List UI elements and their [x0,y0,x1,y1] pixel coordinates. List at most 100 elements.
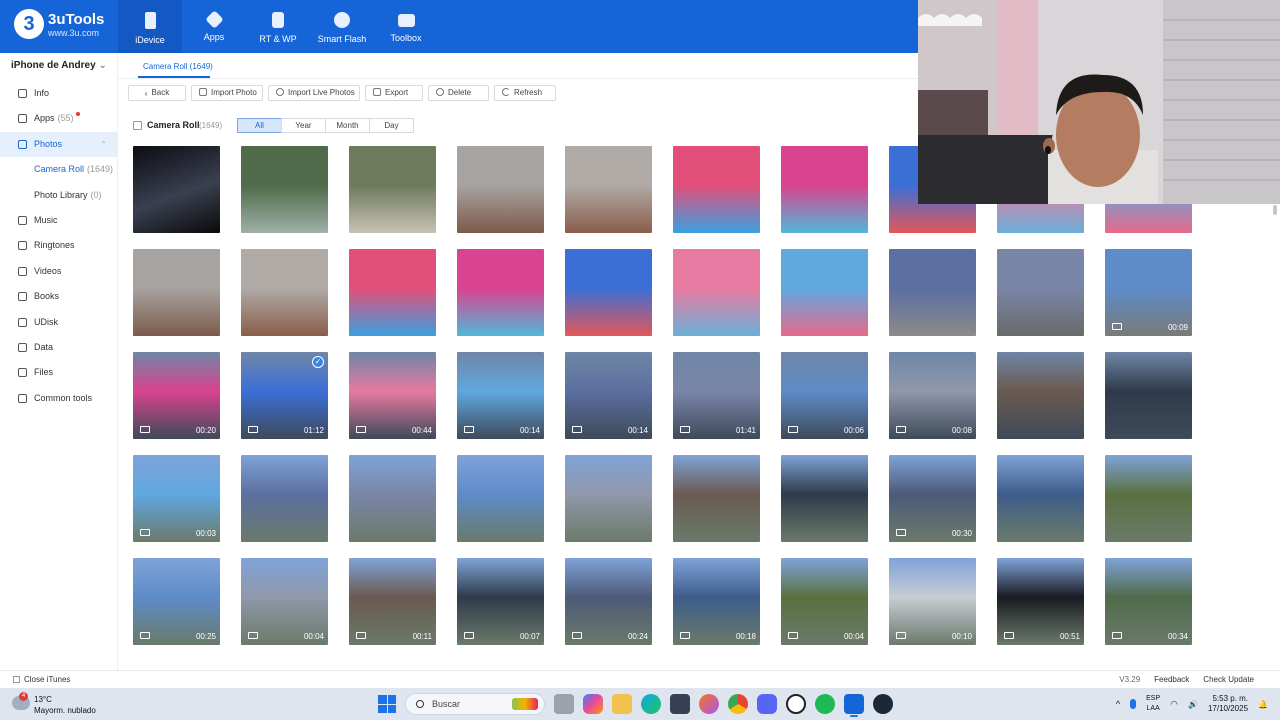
export-button[interactable]: Export [365,85,423,101]
photo-thumbnail[interactable] [997,249,1084,336]
nav-apps[interactable]: Apps [182,0,246,53]
photo-thumbnail[interactable]: 00:14 [565,352,652,439]
sidebar-item-photos[interactable]: Photos ⌃ [0,131,117,158]
photo-thumbnail[interactable]: 00:08 [889,352,976,439]
photo-thumbnail[interactable]: 00:07 [457,558,544,645]
import-photo-button[interactable]: Import Photo [191,85,263,101]
sidebar-item-ringtones[interactable]: Ringtones [0,233,117,258]
photo-thumbnail[interactable] [1105,352,1192,439]
select-all-checkbox[interactable] [133,121,142,130]
photo-thumbnail[interactable] [349,249,436,336]
windows-start-icon[interactable] [378,695,396,713]
sidebar-item-apps[interactable]: Apps (55) [0,106,117,131]
photo-thumbnail[interactable] [241,455,328,542]
sidebar-item-files[interactable]: Files [0,360,117,385]
volume-icon[interactable]: 🔊 [1188,700,1198,709]
photo-thumbnail[interactable] [889,249,976,336]
photo-thumbnail[interactable] [457,146,544,233]
photo-thumbnail[interactable] [1105,455,1192,542]
photo-thumbnail[interactable] [673,455,760,542]
sidebar-item-music[interactable]: Music [0,208,117,233]
photo-thumbnail[interactable]: 00:51 [997,558,1084,645]
photo-thumbnail[interactable]: 00:25 [133,558,220,645]
photo-thumbnail[interactable]: 00:06 [781,352,868,439]
photo-thumbnail[interactable] [457,249,544,336]
photo-thumbnail[interactable]: 00:03 [133,455,220,542]
close-itunes-checkbox[interactable] [13,676,20,683]
import-live-photos-button[interactable]: Import Live Photos [268,85,360,101]
photo-thumbnail[interactable]: 00:20 [133,352,220,439]
check-update-link[interactable]: Check Update [1203,675,1254,684]
clock[interactable]: 5:53 p. m. 17/10/2025 [1208,694,1248,714]
nav-smart-flash[interactable]: Smart Flash [310,0,374,53]
steam-icon[interactable] [873,694,893,714]
store-icon[interactable] [670,694,690,714]
nav-rt-wp[interactable]: RT & WP [246,0,310,53]
task-view-icon[interactable] [554,694,574,714]
filter-all[interactable]: All [237,118,282,133]
file-explorer-icon[interactable] [612,694,632,714]
photo-thumbnail[interactable] [781,146,868,233]
app-icon[interactable] [786,694,806,714]
delete-button[interactable]: Delete [428,85,489,101]
sidebar-item-data[interactable]: Data [0,335,117,360]
sidebar-item-udisk[interactable]: UDisk [0,310,117,335]
nav-toolbox[interactable]: Toolbox [374,0,438,53]
close-itunes-toggle[interactable]: Close iTunes [13,675,70,684]
photo-thumbnail[interactable] [673,146,760,233]
selected-check-icon[interactable]: ✓ [312,356,324,368]
photo-thumbnail[interactable] [781,249,868,336]
photo-thumbnail[interactable]: 00:04 [781,558,868,645]
nav-idevice[interactable]: iDevice [118,0,182,53]
taskbar-search[interactable]: Buscar [405,693,545,715]
photo-thumbnail[interactable]: 00:34 [1105,558,1192,645]
photo-thumbnail[interactable] [565,249,652,336]
feedback-link[interactable]: Feedback [1154,675,1189,684]
language-indicator[interactable]: ESP LAA [1146,694,1160,714]
photo-thumbnail[interactable]: 01:41 [673,352,760,439]
sidebar-item-common-tools[interactable]: Common tools [0,386,117,411]
sidebar-item-books[interactable]: Books [0,284,117,309]
photo-thumbnail[interactable]: 00:30 [889,455,976,542]
weather-widget[interactable]: 4 13°C Mayorm. nublado [12,692,112,715]
tab-camera-roll[interactable]: Camera Roll (1649) [143,62,213,71]
photo-thumbnail[interactable] [349,146,436,233]
photo-thumbnail[interactable] [349,455,436,542]
filter-month[interactable]: Month [325,118,370,133]
microphone-icon[interactable] [1130,699,1137,709]
photo-thumbnail[interactable] [133,249,220,336]
sidebar-item-camera-roll[interactable]: Camera Roll (1649) [0,157,117,182]
refresh-button[interactable]: Refresh [494,85,556,101]
photo-thumbnail[interactable] [241,146,328,233]
sidebar-item-info[interactable]: Info [0,81,117,106]
photo-thumbnail[interactable] [673,249,760,336]
photo-thumbnail[interactable] [997,455,1084,542]
photo-thumbnail[interactable]: 00:14 [457,352,544,439]
copilot-icon[interactable] [583,694,603,714]
edge-icon[interactable] [641,694,661,714]
device-selector[interactable]: iPhone de Andrey ⌄ [11,60,107,71]
tray-overflow-icon[interactable]: ^ [1116,699,1120,709]
filter-year[interactable]: Year [281,118,326,133]
discord-icon[interactable] [757,694,777,714]
photo-thumbnail[interactable]: 00:24 [565,558,652,645]
back-button[interactable]: ‹ Back [128,85,186,101]
photo-thumbnail[interactable] [457,455,544,542]
photo-thumbnail[interactable] [241,249,328,336]
sidebar-item-photo-library[interactable]: Photo Library (0) [0,183,117,208]
notification-icon[interactable]: 🔔 [1258,700,1268,709]
photo-thumbnail[interactable] [781,455,868,542]
photo-thumbnail[interactable]: 00:44 [349,352,436,439]
chrome-icon[interactable] [728,694,748,714]
photo-thumbnail[interactable]: 00:11 [349,558,436,645]
photo-thumbnail[interactable] [133,146,220,233]
3utools-taskbar-icon[interactable] [844,694,864,717]
filter-day[interactable]: Day [369,118,414,133]
spotify-icon[interactable] [815,694,835,714]
photo-thumbnail[interactable]: 00:18 [673,558,760,645]
photo-thumbnail[interactable]: 00:10 [889,558,976,645]
scrollbar[interactable] [1273,205,1277,215]
photo-thumbnail[interactable]: 01:12 ✓ [241,352,328,439]
photo-thumbnail[interactable] [565,455,652,542]
photo-thumbnail[interactable] [565,146,652,233]
